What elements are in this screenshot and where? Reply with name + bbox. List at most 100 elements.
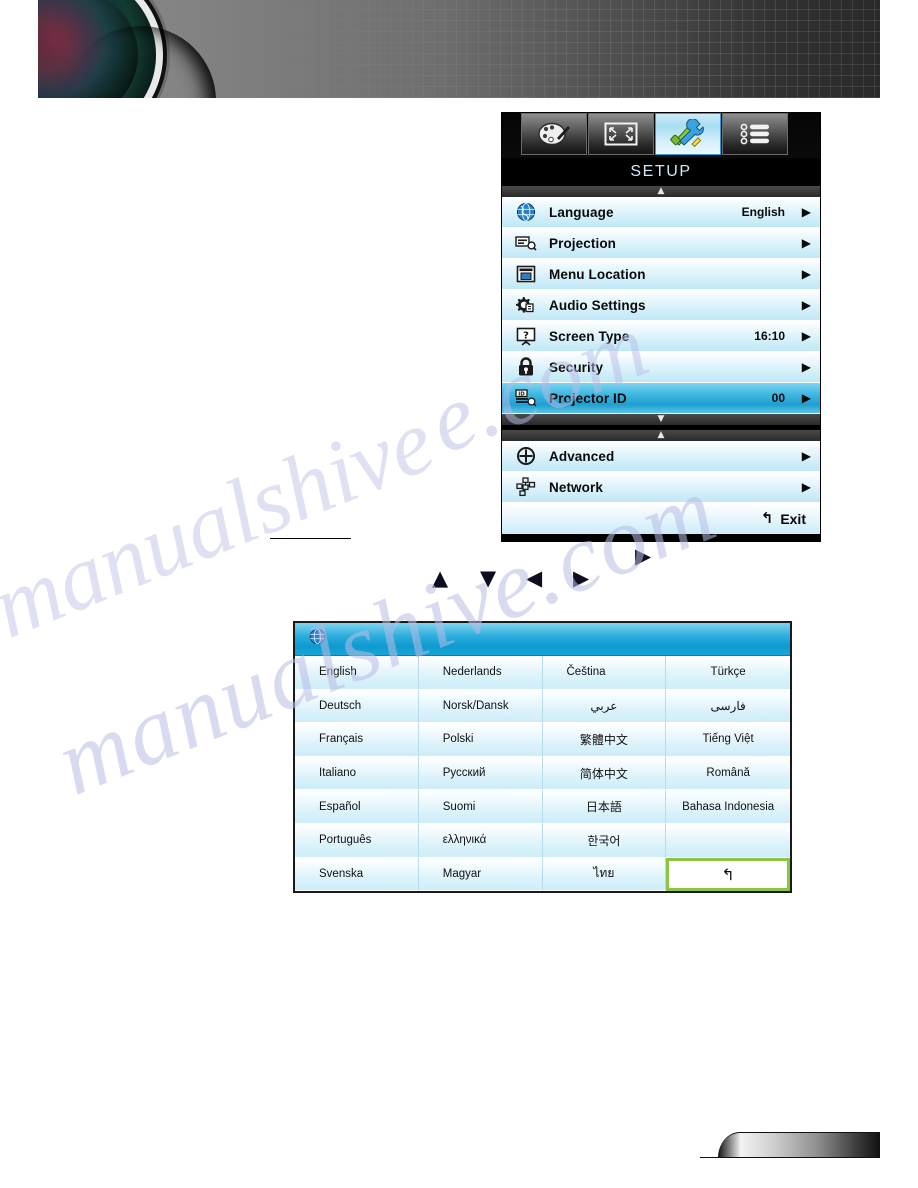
advanced-icon	[512, 445, 540, 467]
osd-item-list: Language English ▶ Projection ▶ Menu Loc…	[502, 197, 820, 414]
back-arrow-icon: ↰	[760, 509, 774, 527]
lock-icon	[512, 356, 540, 378]
osd-row-network[interactable]: Network ▶	[502, 472, 820, 503]
arrow-right-icon: ▶	[573, 566, 590, 590]
osd-value-screen-type: 16:10	[754, 329, 785, 343]
osd-row-audio-settings[interactable]: Audio Settings ▶	[502, 290, 820, 321]
chevron-right-icon[interactable]: ▶	[793, 330, 811, 342]
chevron-right-icon[interactable]: ▶	[793, 450, 811, 462]
osd-value-projector-id: 00	[771, 391, 785, 405]
osd-value-language: English	[741, 205, 785, 219]
projection-icon	[512, 232, 540, 254]
chevron-right-icon-raised: ▶	[635, 544, 652, 568]
language-option-norsk-dansk[interactable]: Norsk/Dansk	[418, 689, 543, 724]
language-option-empty	[666, 823, 790, 858]
language-option-bahasa-indonesia[interactable]: Bahasa Indonesia	[666, 790, 790, 824]
osd-label-network: Network	[549, 479, 603, 495]
osd-scroll-down-indicator[interactable]: ▼	[502, 414, 820, 425]
chevron-right-icon[interactable]: ▶	[793, 481, 811, 493]
osd-row-language[interactable]: Language English ▶	[502, 197, 820, 228]
tab-display[interactable]	[588, 113, 654, 155]
language-option-turkce[interactable]: Türkçe	[666, 656, 790, 690]
osd-row-advanced[interactable]: Advanced ▶	[502, 441, 820, 472]
arrow-up-icon: ▲	[432, 566, 449, 590]
tab-image[interactable]	[521, 113, 587, 155]
language-grid: English Nederlands Čeština Türkçe Deutsc…	[295, 656, 790, 892]
chevron-right-icon[interactable]: ▶	[793, 206, 811, 218]
language-option-polski[interactable]: Polski	[418, 723, 543, 757]
tab-options[interactable]	[722, 113, 788, 155]
menu-location-icon	[512, 263, 540, 285]
language-option-cestina[interactable]: Čeština	[542, 656, 667, 690]
language-option-deutsch[interactable]: Deutsch	[295, 689, 419, 724]
chevron-right-icon[interactable]: ▶	[793, 392, 811, 404]
osd-label-advanced: Advanced	[549, 448, 615, 464]
language-option-espanol[interactable]: Español	[295, 790, 419, 824]
language-option-english[interactable]: English	[295, 656, 419, 690]
language-option-suomi[interactable]: Suomi	[418, 790, 543, 824]
list-icon	[738, 121, 772, 147]
osd-row-projector-id[interactable]: ID Projector ID 00 ▶	[502, 383, 820, 414]
body-text-rule	[270, 538, 351, 539]
osd-label-security: Security	[549, 359, 604, 375]
language-option-italiano[interactable]: Italiano	[295, 756, 419, 791]
language-selection-dialog: English Nederlands Čeština Türkçe Deutsc…	[293, 621, 792, 893]
language-option-simplified-chinese[interactable]: 简体中文	[542, 756, 667, 791]
svg-text:?: ?	[523, 330, 529, 341]
back-button[interactable]: ↰	[666, 857, 790, 892]
osd-item-list-lower: Advanced ▶ Network ▶	[502, 441, 820, 503]
tab-setup[interactable]	[655, 113, 721, 155]
osd-exit-label: Exit	[780, 510, 806, 527]
language-option-tieng-viet[interactable]: Tiếng Việt	[666, 723, 790, 757]
language-option-korean[interactable]: 한국어	[542, 823, 667, 858]
osd-label-projection: Projection	[549, 235, 617, 251]
osd-label-language: Language	[549, 204, 614, 220]
language-option-japanese[interactable]: 日本語	[542, 790, 667, 824]
osd-label-screen-type: Screen Type	[549, 328, 630, 344]
globe-icon	[512, 201, 540, 223]
osd-label-menu-location: Menu Location	[549, 266, 646, 282]
language-option-traditional-chinese[interactable]: 繁體中文	[542, 723, 667, 757]
chevron-right-icon[interactable]: ▶	[793, 361, 811, 373]
osd-scroll-up-indicator-lower[interactable]: ▲	[502, 430, 820, 441]
audio-settings-icon	[512, 294, 540, 316]
osd-row-menu-location[interactable]: Menu Location ▶	[502, 259, 820, 290]
arrow-down-icon: ▼	[480, 566, 497, 590]
chevron-right-icon[interactable]: ▶	[793, 299, 811, 311]
osd-row-screen-type[interactable]: ? Screen Type 16:10 ▶	[502, 321, 820, 352]
language-option-arabic[interactable]: عربي	[542, 689, 667, 724]
arrow-left-icon: ◀	[526, 566, 543, 590]
language-option-greek[interactable]: ελληνικά	[418, 823, 543, 858]
watermark-text-left: manualshive	[0, 388, 448, 658]
language-option-thai[interactable]: ไทย	[542, 857, 667, 892]
language-option-portugues[interactable]: Português	[295, 823, 419, 858]
globe-icon	[309, 628, 326, 650]
screen-type-icon: ?	[512, 325, 540, 347]
language-option-farsi[interactable]: فارسی	[666, 689, 790, 724]
language-option-russian[interactable]: Русский	[418, 756, 543, 791]
osd-title: SETUP	[502, 158, 820, 186]
osd-tab-bar	[502, 113, 820, 158]
osd-scroll-up-indicator[interactable]: ▲	[502, 186, 820, 197]
page-header-banner	[38, 0, 880, 98]
projector-id-icon: ID	[512, 387, 540, 409]
tools-icon	[668, 119, 708, 149]
language-dialog-header	[295, 623, 790, 656]
language-option-romana[interactable]: Română	[666, 756, 790, 791]
language-option-francais[interactable]: Français	[295, 723, 419, 757]
chevron-right-icon[interactable]: ▶	[793, 237, 811, 249]
osd-label-projector-id: Projector ID	[549, 390, 627, 406]
network-icon	[512, 476, 540, 498]
osd-label-audio-settings: Audio Settings	[549, 297, 646, 313]
osd-row-projection[interactable]: Projection ▶	[502, 228, 820, 259]
svg-text:ID: ID	[518, 391, 525, 397]
osd-setup-menu: SETUP ▲ Language English ▶ Projection ▶ …	[501, 112, 821, 542]
osd-exit-row[interactable]: ↰ Exit	[502, 503, 820, 534]
language-option-magyar[interactable]: Magyar	[418, 857, 543, 892]
chevron-right-icon[interactable]: ▶	[793, 268, 811, 280]
language-option-nederlands[interactable]: Nederlands	[418, 656, 543, 690]
language-option-svenska[interactable]: Svenska	[295, 857, 419, 892]
page-footer-bar	[718, 1132, 880, 1158]
screen-resize-icon	[603, 121, 639, 147]
osd-row-security[interactable]: Security ▶	[502, 352, 820, 383]
